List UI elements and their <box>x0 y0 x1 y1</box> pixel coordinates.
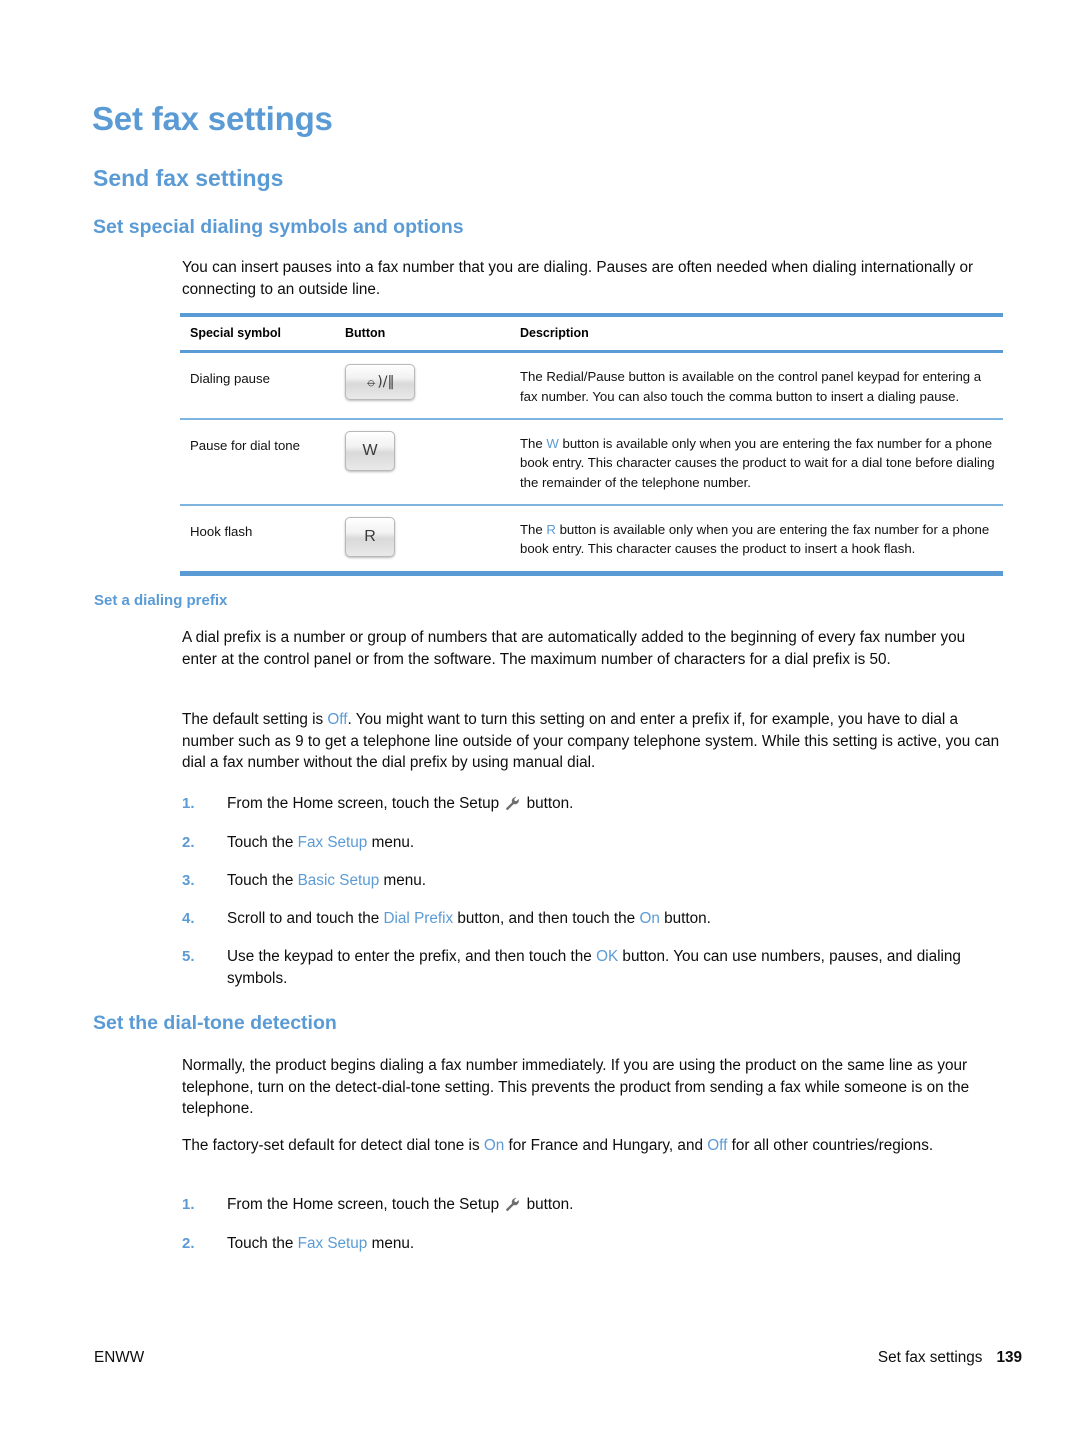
cell-button: ⦵)/‖ <box>345 364 520 400</box>
setting-value-on: On <box>483 1137 505 1154</box>
list-item: 2. Touch the Fax Setup menu. <box>182 832 1004 854</box>
list-item-label: From the Home screen, touch the Setup bu… <box>227 1194 1004 1219</box>
list-item: 4. Scroll to and touch the Dial Prefix b… <box>182 908 1004 930</box>
step-text-b: menu. <box>367 834 415 851</box>
document-page: Set fax settings Send fax settings Set s… <box>0 0 1080 1437</box>
dial-tone-paragraph-2: The factory-set default for detect dial … <box>182 1135 1002 1157</box>
cell-special-symbol: Dialing pause <box>190 371 270 386</box>
step-text-c: button. <box>659 910 711 927</box>
list-item-number: 2. <box>182 1235 195 1252</box>
list-item-number: 3. <box>182 872 195 889</box>
step-text-a: Touch the <box>227 872 298 889</box>
list-item: 3. Touch the Basic Setup menu. <box>182 870 1004 892</box>
footer-right: Set fax settings 139 <box>878 1349 1022 1367</box>
wrench-icon <box>505 1197 520 1219</box>
list-item-label: From the Home screen, touch the Setup bu… <box>227 793 1004 818</box>
table-row: Pause for dial tone W The W button is av… <box>180 420 1003 505</box>
list-item-number: 2. <box>182 834 195 851</box>
cell-description: The R button is available only when you … <box>520 517 1003 559</box>
special-symbols-table: Special symbol Button Description Dialin… <box>180 313 1003 576</box>
cell-description: The W button is available only when you … <box>520 431 1003 493</box>
description-text-pre: The <box>520 521 547 537</box>
button-name-ok: OK <box>596 948 619 965</box>
intro-paragraph: You can insert pauses into a fax number … <box>182 259 974 298</box>
step-text-b: button. <box>522 1196 574 1213</box>
subsection-heading-dial-tone-detection: Set the dial-tone detection <box>93 1012 337 1034</box>
step-text-b: menu. <box>379 872 426 889</box>
cell-special-symbol: Hook flash <box>190 523 253 539</box>
cell-description: The Redial/Pause button is available on … <box>520 364 1003 406</box>
button-name-dial-prefix: Dial Prefix <box>383 910 454 927</box>
paragraph-text-b: for France and Hungary, and <box>504 1137 708 1154</box>
subsection-heading-special-dialing-symbols: Set special dialing symbols and options <box>93 216 464 238</box>
page-title: Set fax settings <box>92 100 333 137</box>
step-text-b: button. <box>522 795 574 812</box>
table-header-description: Description <box>520 326 589 340</box>
button-name-on: On <box>639 910 660 927</box>
list-item-label: Scroll to and touch the Dial Prefix butt… <box>227 908 1004 930</box>
page-number: 139 <box>996 1349 1022 1366</box>
paragraph-text-c: for all other countries/regions. <box>727 1137 934 1154</box>
r-key-glyph: R <box>364 527 376 545</box>
dial-tone-paragraph-1: Normally, the product begins dialing a f… <box>182 1057 970 1117</box>
list-item-number: 1. <box>182 1196 195 1213</box>
setting-value-off: Off <box>327 711 348 728</box>
dialing-prefix-paragraph-2: The default setting is Off. You might wa… <box>182 709 1004 774</box>
footer-section-title: Set fax settings <box>877 1349 983 1366</box>
step-text-b: menu. <box>367 1235 415 1252</box>
footer-left-label: ENWW <box>94 1349 145 1366</box>
step-text-a: Touch the <box>227 1235 298 1252</box>
cell-special-symbol: Pause for dial tone <box>190 437 300 453</box>
table-header-row: Special symbol Button Description <box>180 317 1003 350</box>
list-item: 1. From the Home screen, touch the Setup… <box>182 1194 1004 1219</box>
w-key-icon[interactable]: W <box>345 430 395 471</box>
list-item-number: 1. <box>182 795 195 812</box>
list-item-number: 5. <box>182 948 195 965</box>
list-item: 1. From the Home screen, touch the Setup… <box>182 793 1004 818</box>
step-text-a: Scroll to and touch the <box>227 910 384 927</box>
description-text: The Redial/Pause button is available on … <box>520 369 982 404</box>
subsection-heading-dialing-prefix: Set a dialing prefix <box>94 592 228 609</box>
step-text-a: From the Home screen, touch the Setup <box>227 795 504 812</box>
description-text-pre: The <box>520 435 547 451</box>
r-key-icon[interactable]: R <box>345 516 395 557</box>
list-item-label: Touch the Basic Setup menu. <box>227 870 1004 892</box>
description-text-post: button is available only when you are en… <box>520 435 995 490</box>
table-bottom-rule <box>180 570 1003 576</box>
redial-pause-icon[interactable]: ⦵)/‖ <box>345 364 415 400</box>
step-text-a: Touch the <box>227 834 298 851</box>
cell-button: R <box>345 516 520 557</box>
table-row: Hook flash R The R button is available o… <box>180 506 1003 571</box>
list-item-number: 4. <box>182 910 195 927</box>
menu-name-basic-setup: Basic Setup <box>297 872 380 889</box>
paragraph-text-a: The factory-set default for detect dial … <box>182 1137 484 1154</box>
list-item: 5. Use the keypad to enter the prefix, a… <box>182 946 1004 989</box>
table-header-special-symbol: Special symbol <box>190 326 282 340</box>
cell-button: W <box>345 430 520 471</box>
list-item-label: Use the keypad to enter the prefix, and … <box>227 946 1004 989</box>
description-highlight: W <box>546 435 559 451</box>
step-text-a: From the Home screen, touch the Setup <box>227 1196 504 1213</box>
setting-value-off: Off <box>707 1137 728 1154</box>
menu-name-fax-setup: Fax Setup <box>297 1235 368 1252</box>
paragraph-text-a: The default setting is <box>182 711 328 728</box>
w-key-glyph: W <box>362 441 378 459</box>
section-heading-send-fax-settings: Send fax settings <box>93 165 284 191</box>
list-item: 2. Touch the Fax Setup menu. <box>182 1233 1004 1255</box>
table-row: Dialing pause ⦵)/‖ The Redial/Pause butt… <box>180 353 1003 418</box>
step-text-a: Use the keypad to enter the prefix, and … <box>227 948 597 965</box>
menu-name-fax-setup: Fax Setup <box>297 834 368 851</box>
description-text-post: button is available only when you are en… <box>520 521 990 557</box>
list-item-label: Touch the Fax Setup menu. <box>227 832 1004 854</box>
redial-pause-glyph: ⦵)/‖ <box>365 374 395 390</box>
list-item-label: Touch the Fax Setup menu. <box>227 1233 1004 1255</box>
table-header-button: Button <box>345 326 386 340</box>
description-highlight: R <box>546 521 556 537</box>
step-text-b: button, and then touch the <box>453 910 640 927</box>
wrench-icon <box>505 796 520 818</box>
dialing-prefix-paragraph-1: A dial prefix is a number or group of nu… <box>182 629 966 668</box>
